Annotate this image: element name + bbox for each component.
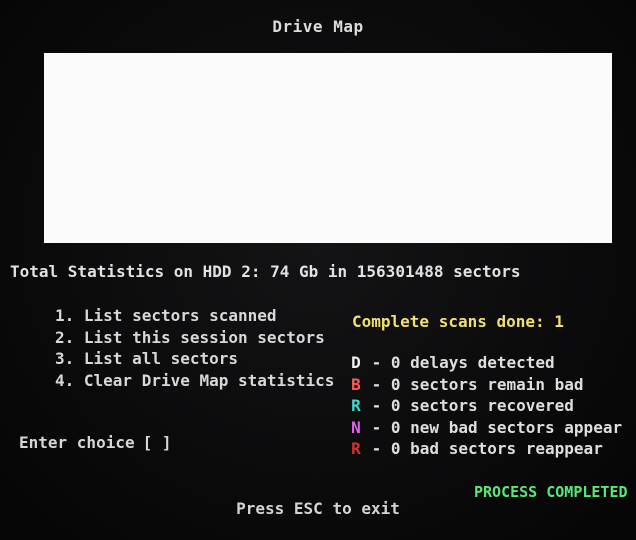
menu-item-list-scanned[interactable]: 1. List sectors scanned (55, 305, 334, 327)
complete-scans-count: Complete scans done: 1 (352, 312, 564, 331)
page-title: Drive Map (272, 17, 364, 36)
legend-key: R (351, 396, 361, 415)
legend-key: N (351, 417, 361, 437)
legend-text: - 0 bad sectors reappear (362, 439, 603, 458)
legend-item-new-bad: N - 0 new bad sectors appear (350, 417, 622, 439)
choice-input[interactable]: [ ] (143, 433, 172, 452)
legend-text: - 0 delays detected (362, 353, 555, 372)
legend-text: - 0 sectors remain bad (362, 374, 584, 394)
legend-item-recovered: R - 0 sectors recovered (350, 395, 622, 417)
total-statistics: Total Statistics on HDD 2: 74 Gb in 1563… (10, 262, 521, 281)
choice-prompt: Enter choice [ ] (19, 433, 172, 452)
legend-item-reappear: R - 0 bad sectors reappear (350, 438, 622, 460)
legend-text: - 0 new bad sectors appear (362, 417, 623, 437)
legend-item-delays: D - 0 delays detected (350, 352, 622, 374)
legend-text: - 0 sectors recovered (362, 396, 574, 415)
legend-list: D - 0 delays detected B - 0 sectors rema… (350, 352, 622, 460)
menu-list: 1. List sectors scanned 2. List this ses… (55, 305, 334, 391)
menu-item-list-all[interactable]: 3. List all sectors (55, 348, 334, 370)
menu-item-list-session[interactable]: 2. List this session sectors (55, 327, 334, 349)
legend-key: B (351, 374, 361, 394)
legend-key: R (351, 439, 361, 458)
choice-label: Enter choice (19, 433, 135, 452)
drive-map-area (44, 53, 612, 243)
legend-key: D (351, 353, 361, 372)
menu-item-clear-stats[interactable]: 4. Clear Drive Map statistics (55, 370, 334, 392)
dos-screen: Drive Map Total Statistics on HDD 2: 74 … (0, 0, 636, 540)
exit-hint: Press ESC to exit (236, 499, 400, 518)
legend-item-remain-bad: B - 0 sectors remain bad (350, 374, 622, 396)
